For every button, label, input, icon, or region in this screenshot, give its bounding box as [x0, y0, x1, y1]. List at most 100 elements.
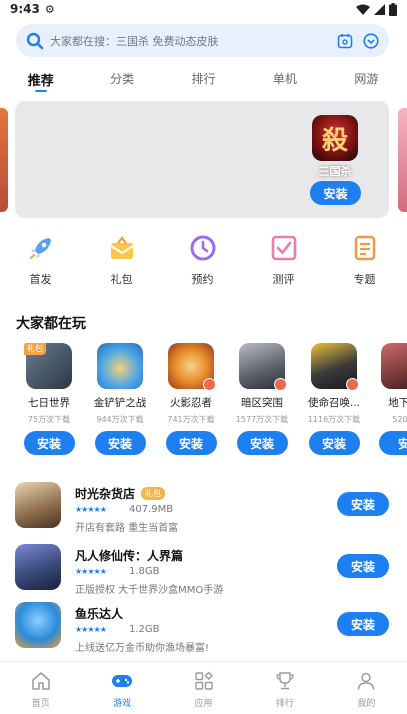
quick-link-review[interactable]: 测评 [243, 233, 324, 293]
status-indicators [356, 2, 397, 16]
nav-profile[interactable]: 我的 [326, 662, 407, 714]
list-item[interactable]: 凡人修仙传：人界篇 ★★★★★ 1.8GB 正版授权 大千世界沙盒MMO手游 安… [0, 540, 407, 596]
install-button[interactable]: 安装 [308, 431, 360, 455]
active-tab-indicator [34, 90, 47, 92]
install-button[interactable]: 安装 [337, 554, 389, 578]
popular-games-carousel: 礼包 七日世界 75万次下载 安装 金铲铲之战 944万次下载 安装 火影忍者 … [0, 343, 407, 458]
nav-ranking[interactable]: 排行 [244, 662, 325, 714]
tab-ranking[interactable]: 排行 [163, 66, 244, 96]
quick-link-launch[interactable]: 首发 [0, 233, 81, 293]
wifi-icon [356, 4, 370, 15]
install-button[interactable]: 安装 [23, 431, 75, 455]
rating-stars: ★★★★★ [75, 505, 107, 514]
quick-link-gift[interactable]: 礼包 [81, 233, 162, 293]
battery-icon [389, 2, 397, 16]
install-button[interactable]: 安 [378, 431, 407, 455]
rocket-icon [26, 233, 56, 263]
banner-prev-peek[interactable] [0, 108, 8, 212]
banner-next-peek[interactable] [398, 108, 407, 212]
game-icon [168, 343, 216, 391]
game-name: 时光杂货店 礼包 [75, 485, 166, 502]
install-button[interactable]: 安装 [94, 431, 146, 455]
rating-stars: ★★★★★ [75, 625, 107, 634]
quick-link-label: 专题 [353, 273, 376, 286]
file-size: 1.8GB [129, 566, 160, 577]
game-title: 时光杂货店 [75, 487, 136, 501]
status-time: 9:43 [10, 2, 40, 16]
bottom-navigation: 首页 游戏 应用 排行 我的 [0, 661, 407, 714]
game-name: 暗区突围 [241, 397, 283, 409]
file-size: 1.2GB [129, 624, 160, 635]
game-icon [381, 343, 407, 389]
nav-label: 游戏 [113, 699, 132, 709]
sanguosha-app-icon[interactable]: 殺 [312, 115, 358, 161]
nav-games[interactable]: 游戏 [81, 662, 162, 714]
search-icon [26, 32, 44, 49]
tab-label: 推荐 [27, 74, 54, 89]
install-button[interactable]: 安装 [337, 612, 389, 636]
category-tabs: 推荐 分类 排行 单机 网游 [0, 66, 407, 96]
file-size: 407.9MB [129, 504, 174, 515]
game-downloads: 520万 [392, 415, 407, 424]
calendar-icon[interactable] [337, 33, 353, 49]
game-description: 正版授权 大千世界沙盒MMO手游 [75, 585, 224, 596]
tab-online[interactable]: 网游 [326, 66, 407, 96]
banner-install-button[interactable]: 安装 [310, 181, 361, 205]
install-button[interactable]: 安装 [337, 492, 389, 516]
download-icon[interactable] [363, 32, 379, 49]
install-button[interactable]: 安装 [236, 431, 288, 455]
game-card[interactable]: 礼包 七日世界 75万次下载 安装 [13, 343, 85, 455]
section-title: 大家都在玩 [16, 316, 86, 332]
game-description: 上线送亿万金币助你渔场暴富! [75, 643, 210, 654]
game-name: 金铲铲之战 [93, 397, 147, 409]
tab-category[interactable]: 分类 [81, 66, 162, 96]
install-button[interactable]: 安装 [165, 431, 217, 455]
banner-game-name: 三国杀 [318, 165, 352, 178]
nav-label: 排行 [275, 699, 294, 709]
quick-link-label: 测评 [272, 273, 295, 286]
game-name: 七日世界 [28, 397, 70, 409]
list-item[interactable]: 时光杂货店 礼包 ★★★★★ 407.9MB 开店有套路 重生当首富 安装 [0, 478, 407, 534]
game-icon: 礼包 [24, 343, 72, 389]
home-icon [30, 670, 52, 692]
user-icon [355, 670, 377, 692]
game-card[interactable]: 地下城 520万 安 [368, 343, 407, 455]
game-card[interactable]: 暗区突围 1577万次下载 安装 [226, 343, 298, 455]
game-icon [97, 343, 143, 389]
game-icon [239, 343, 287, 391]
game-icon [15, 482, 61, 528]
tab-recommend[interactable]: 推荐 [0, 66, 81, 96]
search-bar[interactable]: 大家都在搜：三国杀 免费动态皮肤 [16, 24, 389, 57]
game-icon [15, 602, 61, 648]
update-badge [346, 378, 359, 391]
game-description: 开店有套路 重生当首富 [75, 523, 179, 534]
game-card[interactable]: 金铲铲之战 944万次下载 安装 [84, 343, 156, 455]
tab-single-player[interactable]: 单机 [244, 66, 325, 96]
nav-apps[interactable]: 应用 [163, 662, 244, 714]
quick-link-reserve[interactable]: 预约 [162, 233, 243, 293]
update-badge [274, 378, 287, 391]
game-downloads: 75万次下载 [27, 415, 71, 424]
game-name: 地下城 [388, 397, 407, 409]
tab-label: 单机 [272, 72, 297, 86]
game-card[interactable]: 火影忍者 741万次下载 安装 [155, 343, 227, 455]
game-card[interactable]: 使命召唤... 1116万次下载 安装 [298, 343, 370, 455]
gamepad-icon [111, 670, 133, 692]
quick-link-topic[interactable]: 专题 [324, 233, 405, 293]
status-bar: 9:43 ⚙ [0, 0, 407, 18]
search-placeholder: 大家都在搜：三国杀 免费动态皮肤 [50, 34, 219, 48]
list-item[interactable]: 鱼乐达人 ★★★★★ 1.2GB 上线送亿万金币助你渔场暴富! 安装 [0, 598, 407, 654]
document-icon [350, 233, 380, 263]
settings-gear-icon: ⚙ [44, 2, 55, 16]
update-badge [203, 378, 216, 391]
quick-link-label: 首发 [29, 273, 52, 286]
game-downloads: 1116万次下载 [307, 415, 361, 424]
rating-stars: ★★★★★ [75, 567, 107, 576]
clock-icon [188, 233, 218, 263]
signal-icon [374, 3, 385, 15]
nav-label: 首页 [31, 699, 50, 709]
nav-home[interactable]: 首页 [0, 662, 81, 714]
quick-link-label: 预约 [191, 273, 214, 286]
gift-icon [107, 233, 137, 263]
gift-tag: 礼包 [141, 487, 166, 500]
